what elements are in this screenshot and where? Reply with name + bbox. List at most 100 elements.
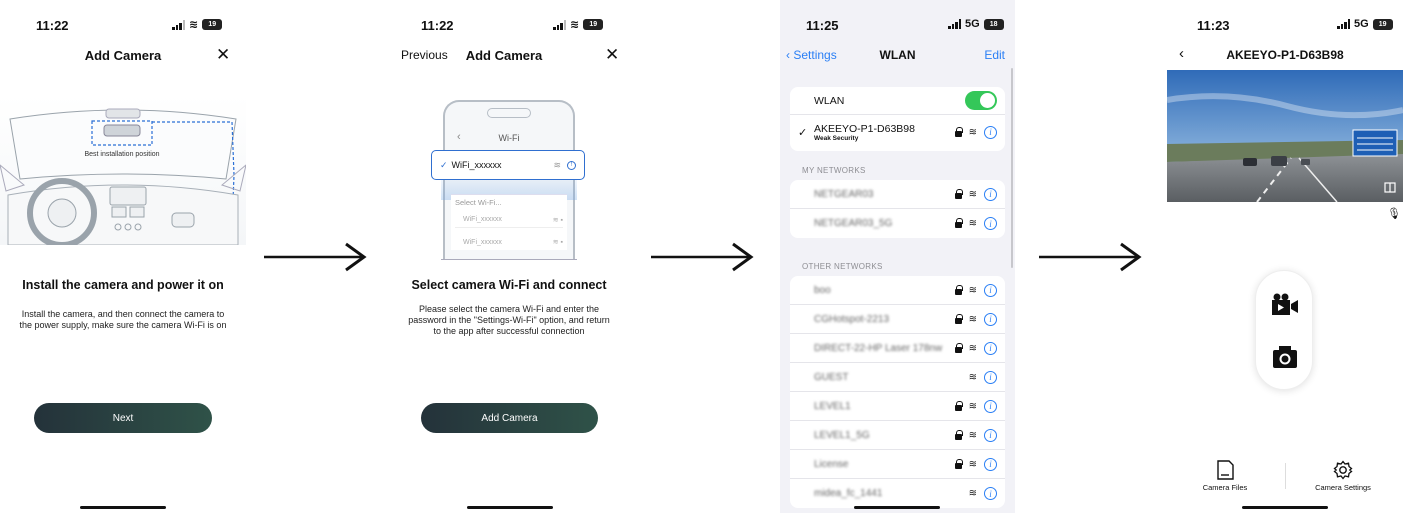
edit-button[interactable]: Edit [984,48,1005,62]
wifi-lock-icon: ≋ ▪ [552,216,563,224]
lock-icon [954,313,963,324]
camera-photo-icon[interactable] [1272,345,1298,369]
wifi-icon: ≋ [968,218,977,229]
check-icon: ✓ [440,159,448,170]
signal-icon [172,19,185,30]
home-indicator [467,506,553,509]
page-title: AKEEYO-P1-D63B98 [1226,48,1344,62]
network-name: LEVEL1_5G [814,429,870,441]
section-heading: Install the camera and power it on [22,278,224,292]
add-camera-button[interactable]: Add Camera [421,403,598,433]
info-icon[interactable]: i [984,457,997,471]
network-row[interactable]: License ≋ i [790,450,1005,479]
wifi-icon: ≋ [968,400,977,412]
info-icon[interactable]: i [984,312,997,326]
network-name: License [814,458,849,470]
arrow-right-icon [1039,242,1142,272]
wifi-icon: ≋ [570,19,580,31]
lock-icon [954,218,963,228]
network-row[interactable]: NETGEAR03 ≋ i [790,180,1005,209]
battery-icon: 19 [202,19,223,30]
tab-camera-files[interactable]: Camera Files [1185,460,1265,492]
network-row[interactable]: LEVEL1 ≋ i [790,392,1005,421]
wifi-phone-mockup: ‹ Wi-Fi Select Wi-Fi... WiFi_xxxxxx ≋ ▪ W… [441,100,577,260]
phone-screen-live-view: 11:23 5G 19 ‹ AKEEYO-P1-D63B98 🎙︎ Camera… [1167,0,1403,513]
tab-label: Camera Files [1202,483,1248,492]
mock-wifi-item: WiFi_xxxxxx ≋ ▪ [455,212,563,228]
network-row[interactable]: boo ≋ i [790,276,1005,305]
info-icon: ! [567,160,576,170]
sd-card-icon [1217,460,1234,480]
info-icon[interactable]: i [984,487,997,500]
tab-camera-settings[interactable]: Camera Settings [1303,460,1383,492]
info-icon[interactable]: i [984,187,997,201]
diagram-label: Best installation position [84,151,159,158]
status-bar: 11:22 ≋ 19 [0,0,246,46]
status-icons: ≋ 19 [553,18,604,31]
network-row[interactable]: NETGEAR03_5G ≋ i [790,209,1005,238]
info-icon[interactable]: i [984,283,997,297]
description-line: to the app after successful connection [433,326,585,336]
battery-icon: 18 [983,18,1004,30]
wifi-icon: ≋ [968,313,977,325]
battery-icon: 19 [1372,18,1393,30]
info-icon[interactable]: i [984,399,997,413]
wifi-icon: ≋ [189,19,199,31]
network-name: GUEST [814,371,849,383]
home-indicator [80,506,166,509]
next-button[interactable]: Next [34,403,212,433]
home-indicator [1242,506,1328,509]
wlan-group: WLAN ✓ AKEEYO-P1-D63B98 Weak Security ≋ i [790,87,1005,151]
description-line: the power supply, make sure the camera W… [19,320,227,330]
close-icon[interactable]: ✕ [605,45,619,65]
network-name: NETGEAR03 [814,188,874,200]
status-time: 11:22 [36,18,69,33]
info-icon[interactable]: i [984,341,997,355]
tab-label: Camera Settings [1315,483,1371,492]
mock-section-label: Select Wi-Fi... [455,198,502,207]
arrow-right-icon [264,242,367,272]
network-name: NETGEAR03_5G [814,218,893,229]
status-bar: 11:22 ≋ 19 [393,0,625,46]
network-row[interactable]: DIRECT-22-HP Laser 178nw ≋ i [790,334,1005,363]
selected-wifi-name: WiFi_xxxxxx [451,160,502,170]
description-line: password in the "Settings-Wi-Fi" option,… [408,315,610,325]
page-title: Add Camera [84,48,162,63]
wifi-icon: ≋ [968,284,977,296]
wlan-toggle[interactable] [965,91,997,110]
microphone-icon[interactable]: 🎙︎ [1387,207,1401,220]
connected-network-row[interactable]: ✓ AKEEYO-P1-D63B98 Weak Security ≋ i [790,115,1005,149]
status-time: 11:25 [806,18,839,33]
my-networks-label: MY NETWORKS [802,166,866,175]
wifi-icon: ≋ [968,458,977,470]
network-name: boo [814,284,831,296]
wifi-icon: ≋ [968,126,977,138]
my-networks-group: NETGEAR03 ≋ i NETGEAR03_5G ≋ i [790,180,1005,238]
phone-screen-add-camera-install: 11:22 ≋ 19 Add Camera ✕ Best installatio… [0,0,246,513]
network-row[interactable]: CGHotspot-2213 ≋ i [790,305,1005,334]
lock-icon [954,429,963,440]
info-icon[interactable]: i [984,125,997,139]
info-icon[interactable]: i [984,217,997,230]
signal-icon [948,19,961,29]
scrollbar[interactable] [1011,68,1013,268]
signal-icon [553,19,566,30]
network-row[interactable]: midea_fc_1441 ≋ i [790,479,1005,508]
status-icons: 5G 18 [948,18,1004,30]
status-time: 11:22 [421,18,454,33]
network-row[interactable]: LEVEL1_5G ≋ i [790,421,1005,450]
network-row[interactable]: GUEST ≋ i [790,363,1005,392]
info-icon[interactable]: i [984,428,997,442]
lock-icon [954,458,963,469]
wifi-icon: ≋ [968,429,977,441]
other-networks-label: OTHER NETWORKS [802,262,883,271]
selected-wifi-callout: ✓ WiFi_xxxxxx ≋ ! [431,150,585,180]
info-icon[interactable]: i [984,370,997,384]
section-heading: Select camera Wi-Fi and connect [411,278,607,292]
network-name: midea_fc_1441 [814,488,883,499]
lock-icon [954,188,963,199]
close-icon[interactable]: ✕ [216,45,230,65]
video-record-icon[interactable] [1271,293,1299,317]
mock-wifi-item-name: WiFi_xxxxxx [463,238,502,246]
live-video-feed[interactable] [1167,70,1403,202]
